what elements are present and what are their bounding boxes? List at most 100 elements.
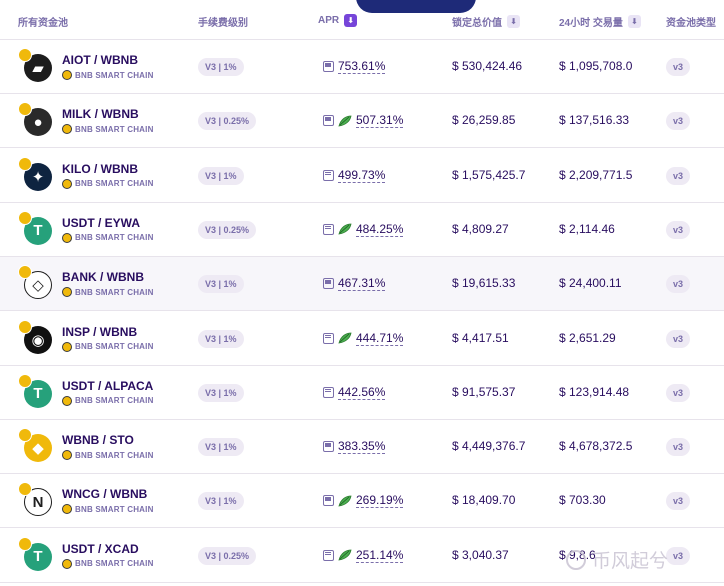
volume-value: $ 123,914.48 bbox=[559, 384, 630, 399]
tvl-value: $ 19,615.33 bbox=[452, 276, 516, 291]
calculator-icon[interactable] bbox=[323, 278, 334, 290]
apr-cell[interactable]: 269.19% bbox=[323, 493, 404, 509]
fee-tier-badge: V3 | 0.25% bbox=[198, 112, 257, 131]
sort-down-icon[interactable]: ⬇ bbox=[344, 14, 358, 27]
pair-name: INSP / WBNB bbox=[62, 324, 138, 339]
chain-label: BNB SMART CHAIN bbox=[62, 124, 154, 135]
apr-value[interactable]: 484.25% bbox=[356, 222, 404, 237]
pool-type-badge: v3 bbox=[666, 275, 691, 294]
apr-cell[interactable]: 484.25% bbox=[323, 222, 404, 237]
fee-tier-badge: V3 | 1% bbox=[198, 492, 244, 511]
calculator-icon[interactable] bbox=[323, 115, 334, 127]
tvl-value: $ 4,809.27 bbox=[452, 221, 509, 236]
apr-cell[interactable]: 753.61% bbox=[323, 59, 386, 74]
pool-type-badge: v3 bbox=[666, 329, 691, 348]
chain-label: BNB SMART CHAIN bbox=[62, 504, 154, 515]
volume-value: $ 24,400.11 bbox=[559, 276, 622, 291]
chain-label: BNB SMART CHAIN bbox=[62, 232, 154, 243]
apr-cell[interactable]: 507.31% bbox=[323, 113, 404, 129]
table-row[interactable]: ▰ AIOT / WBNB BNB SMART CHAIN V3 | 1% 75… bbox=[0, 40, 724, 94]
pool-type-badge: v3 bbox=[666, 58, 691, 76]
calculator-icon[interactable] bbox=[323, 549, 334, 561]
header-volume[interactable]: 24小时 交易量 ⬇ bbox=[559, 14, 641, 29]
farm-boost-icon bbox=[338, 495, 352, 507]
farm-boost-icon bbox=[338, 223, 352, 235]
calculator-icon[interactable] bbox=[323, 386, 334, 398]
pair-name: MILK / WBNB bbox=[62, 107, 139, 122]
calculator-icon[interactable] bbox=[323, 223, 334, 235]
table-row[interactable]: ◇ BANK / WBNB BNB SMART CHAIN V3 | 1% 46… bbox=[0, 257, 724, 312]
calculator-icon[interactable] bbox=[323, 61, 334, 72]
pair-name: USDT / ALPACA bbox=[62, 378, 154, 393]
header-apr[interactable]: APR ⬇ bbox=[318, 14, 358, 27]
chain-label: BNB SMART CHAIN bbox=[62, 558, 154, 569]
pool-type-badge: v3 bbox=[666, 220, 691, 239]
header-pool: 所有资金池 bbox=[18, 18, 68, 29]
token-pair-icon: ◇ bbox=[18, 265, 54, 301]
volume-value: $ 703.30 bbox=[559, 493, 606, 508]
apr-cell[interactable]: 444.71% bbox=[323, 331, 404, 346]
apr-value[interactable]: 442.56% bbox=[338, 385, 386, 400]
apr-value[interactable]: 251.14% bbox=[356, 548, 404, 563]
table-row[interactable]: T USDT / ALPACA BNB SMART CHAIN V3 | 1% … bbox=[0, 366, 724, 420]
apr-value[interactable]: 383.35% bbox=[338, 439, 386, 455]
bnb-chain-icon bbox=[62, 124, 72, 135]
sort-down-icon[interactable]: ⬇ bbox=[627, 15, 641, 28]
pair-name: BANK / WBNB bbox=[62, 270, 144, 285]
apr-value[interactable]: 499.73% bbox=[338, 168, 386, 183]
bnb-chain-icon bbox=[62, 341, 72, 352]
pair-name: AIOT / WBNB bbox=[62, 53, 138, 67]
farm-boost-icon bbox=[338, 115, 352, 127]
apr-value[interactable]: 269.19% bbox=[356, 493, 404, 509]
token-pair-icon: T bbox=[18, 210, 54, 247]
apr-value[interactable]: 753.61% bbox=[338, 59, 386, 74]
calculator-icon[interactable] bbox=[323, 495, 334, 507]
apr-cell[interactable]: 251.14% bbox=[323, 548, 404, 563]
fee-tier-badge: V3 | 1% bbox=[198, 329, 244, 348]
calculator-icon[interactable] bbox=[323, 332, 334, 344]
fee-tier-badge: V3 | 1% bbox=[198, 166, 244, 185]
bnb-chain-icon bbox=[62, 287, 72, 298]
tvl-value: $ 4,449,376.7 bbox=[452, 439, 526, 454]
bnb-badge-icon bbox=[18, 373, 32, 388]
apr-value[interactable]: 444.71% bbox=[356, 331, 404, 346]
farm-boost-icon bbox=[338, 549, 352, 561]
table-row[interactable]: T USDT / EYWA BNB SMART CHAIN V3 | 0.25%… bbox=[0, 203, 724, 257]
tvl-value: $ 4,417.51 bbox=[452, 330, 509, 345]
sort-down-icon[interactable]: ⬇ bbox=[507, 15, 520, 28]
bnb-badge-icon bbox=[18, 319, 32, 334]
bnb-chain-icon bbox=[62, 70, 72, 80]
pair-name: USDT / XCAD bbox=[62, 541, 139, 556]
apr-value[interactable]: 507.31% bbox=[356, 113, 404, 129]
apr-cell[interactable]: 383.35% bbox=[323, 439, 386, 455]
apr-cell[interactable]: 499.73% bbox=[323, 168, 386, 183]
apr-value[interactable]: 467.31% bbox=[338, 276, 386, 292]
chain-label: BNB SMART CHAIN bbox=[62, 178, 154, 189]
tvl-value: $ 530,424.46 bbox=[452, 59, 523, 73]
calculator-icon[interactable] bbox=[323, 441, 334, 453]
apr-cell[interactable]: 442.56% bbox=[323, 385, 386, 400]
bnb-chain-icon bbox=[62, 232, 72, 243]
calculator-icon[interactable] bbox=[323, 169, 334, 181]
table-row[interactable]: ✦ KILO / WBNB BNB SMART CHAIN V3 | 1% 49… bbox=[0, 149, 724, 203]
token-pair-icon: T bbox=[18, 373, 54, 410]
token-pair-icon: ▰ bbox=[18, 48, 54, 84]
fee-tier-badge: V3 | 1% bbox=[198, 275, 244, 294]
table-row[interactable]: N WNCG / WBNB BNB SMART CHAIN V3 | 1% 26… bbox=[0, 474, 724, 529]
apr-cell[interactable]: 467.31% bbox=[323, 276, 386, 292]
tvl-value: $ 18,409.70 bbox=[452, 493, 516, 508]
fee-tier-badge: V3 | 1% bbox=[198, 58, 244, 76]
header-tvl[interactable]: 锁定总价值 ⬇ bbox=[452, 14, 520, 29]
volume-value: $ 2,209,771.5 bbox=[559, 167, 633, 182]
token-pair-icon: T bbox=[18, 536, 54, 573]
table-row[interactable]: ● MILK / WBNB BNB SMART CHAIN V3 | 0.25%… bbox=[0, 94, 724, 149]
chain-label: BNB SMART CHAIN bbox=[62, 395, 154, 406]
pool-type-badge: v3 bbox=[666, 438, 691, 457]
pair-name: WNCG / WBNB bbox=[62, 487, 148, 502]
table-row[interactable]: ◉ INSP / WBNB BNB SMART CHAIN V3 | 1% 44… bbox=[0, 312, 724, 366]
bnb-badge-icon bbox=[18, 536, 32, 551]
chain-label: BNB SMART CHAIN bbox=[62, 70, 154, 80]
table-row[interactable]: ◆ WBNB / STO BNB SMART CHAIN V3 | 1% 383… bbox=[0, 420, 724, 475]
pool-type-badge: v3 bbox=[666, 546, 691, 565]
tvl-value: $ 3,040.37 bbox=[452, 547, 509, 562]
